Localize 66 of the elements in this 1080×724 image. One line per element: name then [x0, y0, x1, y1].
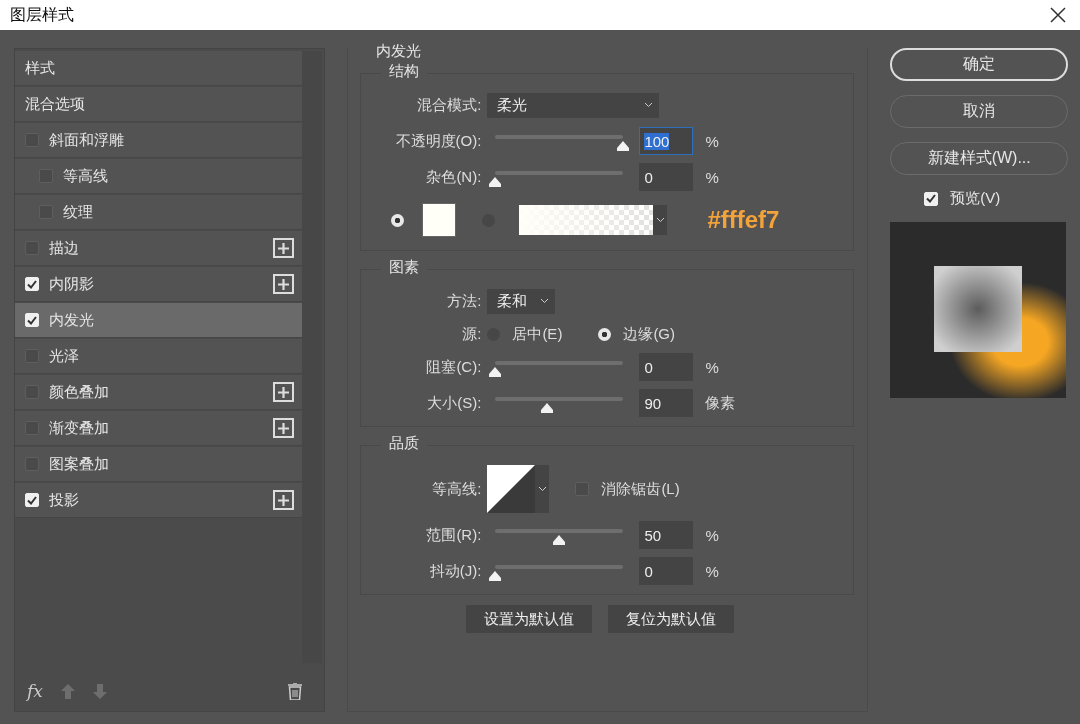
field-label: 不透明度(O):: [394, 131, 482, 151]
field-label: 等高线:: [431, 479, 482, 499]
default-button[interactable]: 复位为默认值: [608, 605, 735, 633]
unit-label: %: [705, 132, 719, 150]
method-dropdown[interactable]: 柔和: [487, 288, 556, 314]
add-icon[interactable]: [273, 238, 294, 258]
style-list-item[interactable]: 样式: [15, 51, 304, 86]
trash-icon[interactable]: [288, 682, 303, 700]
group-title: 结构: [381, 62, 428, 81]
style-list-item[interactable]: 斜面和浮雕: [15, 123, 304, 158]
style-list-item[interactable]: 内发光: [15, 303, 304, 338]
group-title: 图素: [381, 258, 428, 277]
unit-label: %: [705, 526, 719, 544]
window-title: 图层样式: [10, 4, 74, 25]
unit-label: 像素: [705, 393, 736, 413]
style-list-item[interactable]: 描边: [15, 231, 304, 266]
checkbox-label: 消除锯齿(L): [601, 479, 680, 499]
field-label: 抖动(J):: [428, 561, 482, 581]
radio-button[interactable]: [391, 213, 405, 227]
number-field[interactable]: 90: [639, 389, 694, 417]
group-title: 品质: [381, 434, 428, 453]
radio-label: 边缘(G): [623, 324, 676, 344]
unit-label: %: [705, 562, 719, 580]
color-code-annotation: #fffef7: [707, 206, 780, 234]
contour-picker[interactable]: [487, 465, 550, 513]
style-list-item[interactable]: 渐变叠加: [15, 411, 304, 446]
field-label: 阻塞(C):: [425, 357, 482, 377]
section-title: 内发光: [375, 42, 423, 61]
default-button[interactable]: 设置为默认值: [466, 605, 593, 633]
caret-icon: [644, 102, 654, 108]
style-list-item[interactable]: 图案叠加: [15, 447, 304, 482]
add-icon[interactable]: [273, 382, 294, 402]
number-field[interactable]: 0: [639, 353, 694, 381]
field-label: 范围(R):: [425, 525, 482, 545]
style-list-item[interactable]: 混合选项: [15, 87, 304, 122]
caret-icon: [655, 217, 665, 223]
style-list-item[interactable]: 纹理: [15, 195, 304, 230]
field-label: 杂色(N):: [425, 167, 482, 187]
color-swatch[interactable]: [422, 203, 457, 237]
style-list-item[interactable]: 内阴影: [15, 267, 304, 302]
style-list-item[interactable]: 投影: [15, 483, 304, 518]
field-label: 方法:: [446, 291, 482, 311]
unit-label: %: [705, 168, 719, 186]
radio-button[interactable]: [598, 327, 612, 341]
number-field[interactable]: 0: [639, 557, 694, 585]
checkbox-label: 预览(V): [950, 189, 1001, 208]
field-label: 源:: [461, 324, 482, 344]
add-icon[interactable]: [273, 490, 294, 510]
caret-icon: [540, 298, 550, 304]
number-field[interactable]: 100: [639, 127, 694, 155]
field-label: 混合模式:: [416, 95, 482, 115]
style-list-item[interactable]: 颜色叠加: [15, 375, 304, 410]
style-list-item[interactable]: 等高线: [15, 159, 304, 194]
number-field[interactable]: 50: [639, 521, 694, 549]
unit-label: %: [705, 358, 719, 376]
add-icon[interactable]: [273, 274, 294, 294]
fx-button[interactable]: fx: [27, 681, 43, 701]
blend-mode-dropdown[interactable]: 柔光: [487, 92, 660, 118]
gradient-picker[interactable]: [519, 205, 668, 235]
radio-label: 居中(E): [512, 324, 563, 344]
caret-icon: [537, 486, 547, 492]
add-icon[interactable]: [273, 418, 294, 438]
style-list-item[interactable]: 光泽: [15, 339, 304, 374]
ok-button[interactable]: 确定: [890, 48, 1068, 81]
number-field[interactable]: 0: [639, 163, 694, 191]
field-label: 大小(S):: [426, 393, 482, 413]
